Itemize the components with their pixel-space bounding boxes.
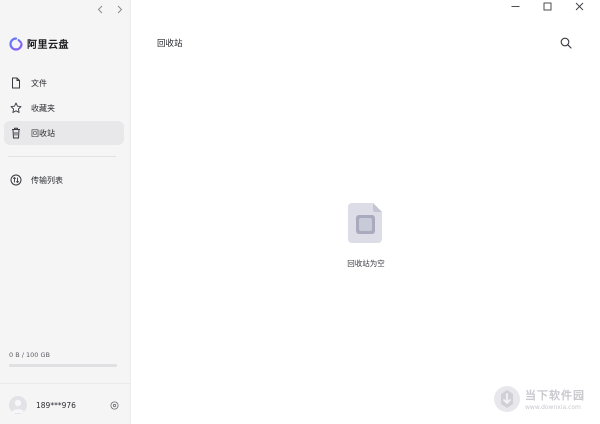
sidebar: 阿里云盘 文件 收藏夹 回收站 传输列表 0 B / 100 GB 189***… xyxy=(0,0,131,424)
back-button[interactable] xyxy=(95,3,105,15)
minimize-icon xyxy=(511,5,519,7)
close-icon xyxy=(575,2,583,10)
file-icon xyxy=(10,77,22,89)
window-controls xyxy=(499,0,595,12)
user-name: 189***976 xyxy=(36,400,76,410)
trash-icon xyxy=(10,127,22,139)
watermark-title: 当下软件园 xyxy=(525,389,585,402)
chevron-left-icon xyxy=(97,5,103,13)
user-icon xyxy=(11,399,25,413)
sidebar-item-recycle-bin[interactable]: 回收站 xyxy=(4,121,124,145)
search-icon xyxy=(560,37,572,49)
sidebar-item-label: 传输列表 xyxy=(31,175,63,185)
empty-recycle-bin-icon xyxy=(348,203,382,243)
sidebar-divider xyxy=(8,156,116,157)
sidebar-item-label: 文件 xyxy=(31,78,47,88)
gear-icon xyxy=(110,401,119,409)
user-profile: 189***976 xyxy=(9,396,119,414)
forward-button[interactable] xyxy=(115,3,125,15)
sidebar-item-label: 收藏夹 xyxy=(31,103,55,113)
user-settings-button[interactable] xyxy=(110,401,119,410)
aliyun-drive-logo-icon xyxy=(9,36,23,51)
search-button[interactable] xyxy=(559,36,572,49)
watermark-text: 当下软件园 www.downxia.com xyxy=(525,387,585,411)
history-nav xyxy=(95,3,125,15)
storage-usage: 0 B / 100 GB xyxy=(9,351,117,367)
app-name: 阿里云盘 xyxy=(27,40,69,51)
maximize-button[interactable] xyxy=(531,0,563,12)
star-icon xyxy=(10,102,22,114)
sidebar-item-transfer-list[interactable]: 传输列表 xyxy=(4,168,124,192)
transfer-section: 传输列表 xyxy=(4,168,124,193)
watermark: 当下软件园 www.downxia.com xyxy=(492,378,596,420)
avatar[interactable] xyxy=(9,396,27,414)
minimize-button[interactable] xyxy=(499,0,531,12)
storage-text: 0 B / 100 GB xyxy=(9,351,50,359)
watermark-url: www.downxia.com xyxy=(525,404,581,411)
sidebar-item-favorites[interactable]: 收藏夹 xyxy=(4,96,124,120)
sidebar-item-label: 回收站 xyxy=(31,128,55,138)
page-title: 回收站 xyxy=(157,39,183,49)
empty-state-text: 回收站为空 xyxy=(347,259,385,268)
chevron-right-icon xyxy=(117,5,123,13)
maximize-icon xyxy=(543,2,551,10)
user-divider xyxy=(0,383,130,384)
storage-bar xyxy=(9,364,117,367)
app-logo: 阿里云盘 xyxy=(9,36,69,51)
close-button[interactable] xyxy=(563,0,595,12)
sidebar-item-files[interactable]: 文件 xyxy=(4,71,124,95)
sidebar-nav: 文件 收藏夹 回收站 xyxy=(4,71,124,146)
empty-state: 回收站为空 xyxy=(316,199,416,269)
transfer-icon xyxy=(10,174,22,186)
watermark-logo xyxy=(494,386,520,412)
